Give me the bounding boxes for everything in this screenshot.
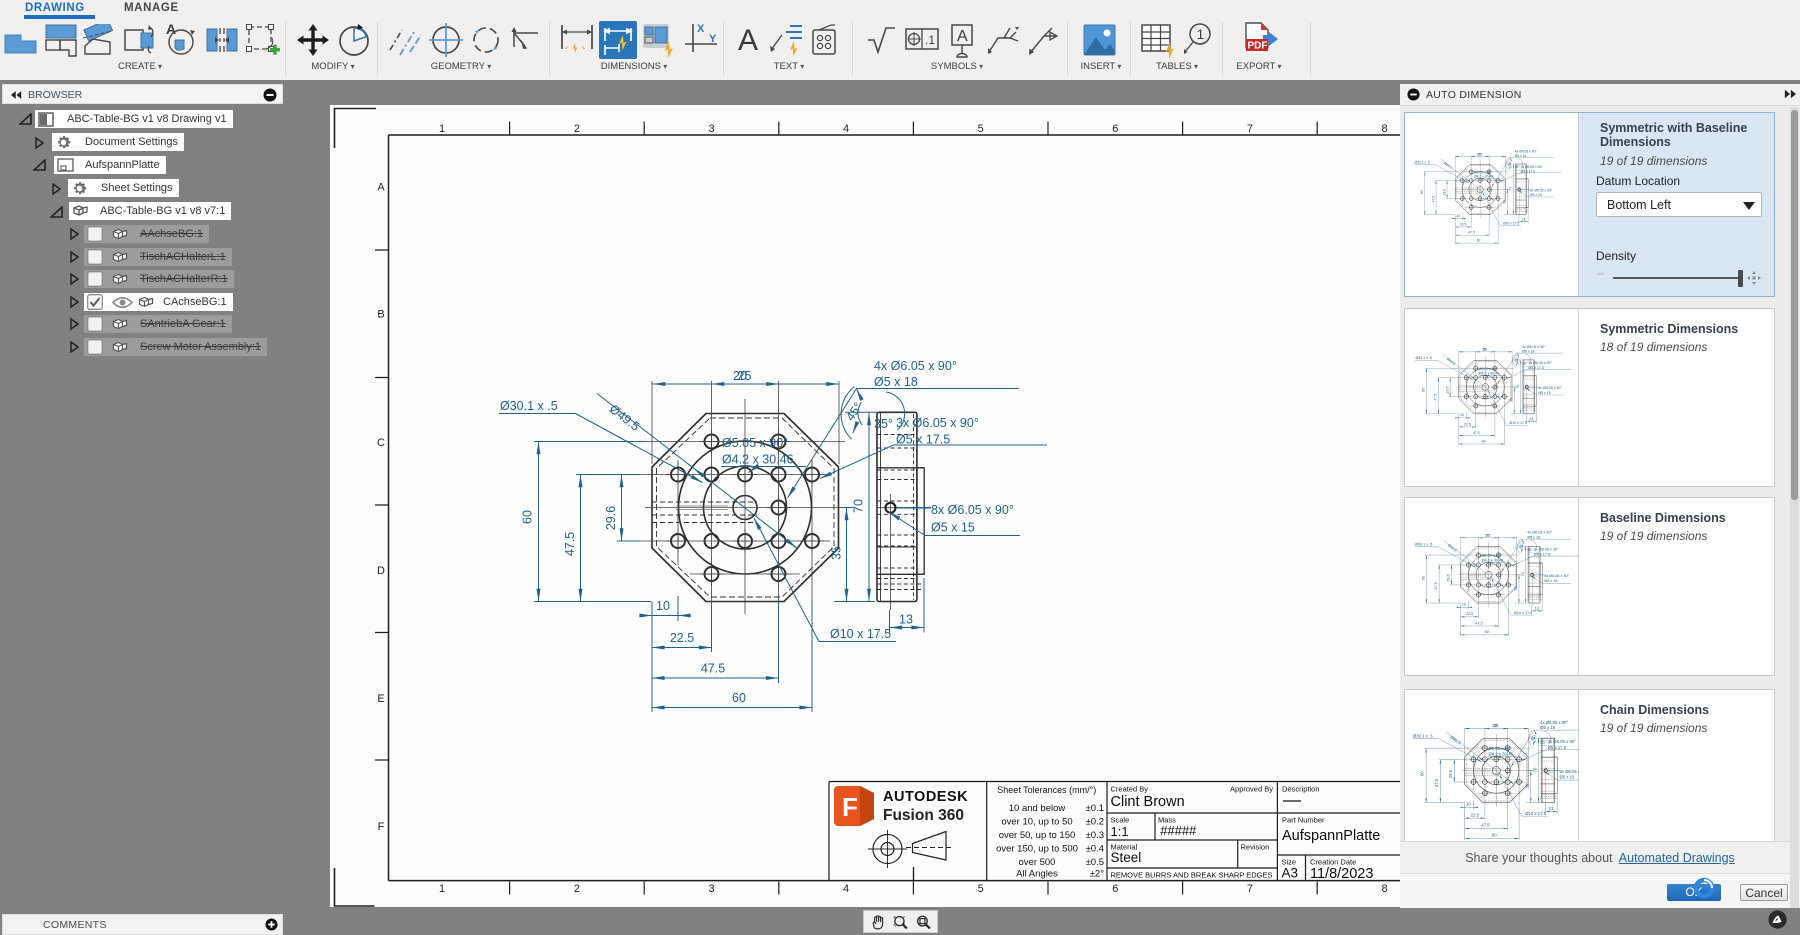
svg-text:5: 5: [978, 123, 984, 135]
svg-text:2: 2: [574, 883, 580, 895]
svg-text:6: 6: [1112, 123, 1118, 135]
svg-text:5: 5: [978, 883, 984, 895]
svg-text:±0.1: ±0.1: [1086, 803, 1104, 814]
svg-text:over 50, up to 150: over 50, up to 150: [999, 830, 1076, 841]
svg-text:Fusion 360: Fusion 360: [883, 807, 964, 824]
svg-text:All Angles: All Angles: [1016, 869, 1058, 880]
svg-text:A: A: [738, 24, 758, 54]
svg-text:8: 8: [1381, 123, 1387, 135]
svg-text:1: 1: [439, 883, 445, 895]
svg-text:6: 6: [1112, 883, 1118, 895]
svg-text:AUTODESK: AUTODESK: [883, 789, 968, 805]
svg-text:over 10, up to 50: over 10, up to 50: [1001, 817, 1072, 828]
svg-text:Clint Brown: Clint Brown: [1111, 794, 1185, 810]
svg-text:4: 4: [843, 883, 849, 895]
svg-text:4: 4: [843, 123, 849, 135]
svg-text:8: 8: [1381, 883, 1387, 895]
svg-text:Sheet Tolerances (mm/°): Sheet Tolerances (mm/°): [997, 785, 1096, 795]
svg-text:±2°: ±2°: [1090, 869, 1104, 880]
svg-text:1: 1: [1197, 26, 1205, 42]
svg-text:AufspannPlatte: AufspannPlatte: [1282, 828, 1380, 844]
svg-text:Approved By: Approved By: [1230, 785, 1273, 794]
svg-text:F: F: [378, 821, 385, 833]
svg-text:A: A: [377, 182, 385, 194]
svg-text:1:1: 1:1: [1111, 824, 1129, 839]
svg-text:±0.4: ±0.4: [1086, 844, 1104, 855]
svg-text:C: C: [377, 437, 385, 449]
svg-text:X: X: [697, 23, 705, 35]
svg-text:A3: A3: [1282, 866, 1299, 881]
svg-text:REMOVE BURRS AND BREAK SHARP E: REMOVE BURRS AND BREAK SHARP EDGES: [1111, 871, 1273, 880]
svg-text:±0.3: ±0.3: [1086, 830, 1104, 841]
svg-text:Steel: Steel: [1111, 850, 1142, 865]
svg-text:PDF: PDF: [1248, 41, 1268, 52]
svg-text:#####: #####: [1160, 823, 1197, 838]
svg-text:11/8/2023: 11/8/2023: [1310, 866, 1373, 882]
svg-text:3: 3: [708, 123, 714, 135]
svg-text:±0.5: ±0.5: [1086, 857, 1104, 868]
svg-text:D: D: [377, 565, 385, 577]
svg-text:over 150, up to 500: over 150, up to 500: [996, 844, 1078, 855]
svg-text:7: 7: [1247, 123, 1253, 135]
svg-text:A: A: [957, 28, 968, 45]
svg-text:E: E: [377, 693, 384, 705]
svg-text:Part Number: Part Number: [1282, 816, 1325, 825]
svg-text:10 and below: 10 and below: [1009, 803, 1066, 814]
svg-text:3: 3: [708, 883, 714, 895]
svg-text:7: 7: [1247, 883, 1253, 895]
svg-text:.1: .1: [925, 33, 935, 47]
svg-text:Y: Y: [709, 33, 717, 45]
svg-text:2: 2: [574, 123, 580, 135]
svg-text:1: 1: [439, 123, 445, 135]
svg-text:±0.2: ±0.2: [1086, 817, 1104, 828]
svg-text:over 500: over 500: [1019, 857, 1056, 868]
svg-text:F: F: [842, 792, 858, 822]
svg-text:B: B: [377, 309, 384, 321]
svg-text:Description: Description: [1282, 785, 1320, 794]
svg-text:Revision: Revision: [1241, 843, 1270, 852]
svg-text:Created By: Created By: [1111, 785, 1149, 794]
